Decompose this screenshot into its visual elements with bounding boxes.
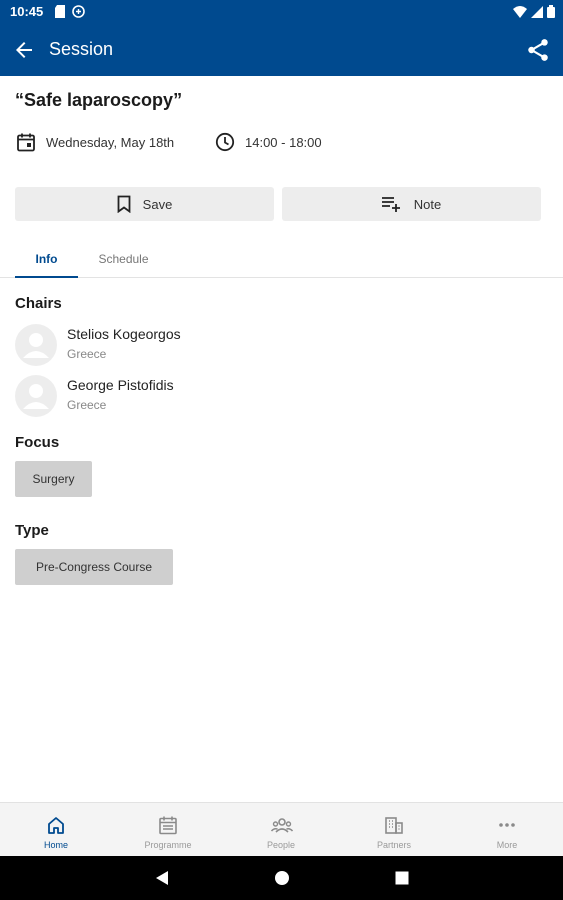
clock-icon: [215, 132, 235, 152]
session-time: 14:00 - 18:00: [215, 131, 322, 153]
nav-partners-label: Partners: [376, 840, 411, 850]
tab-schedule[interactable]: Schedule: [86, 252, 161, 278]
chair-country: Greece: [67, 398, 107, 412]
nav-people-label: People: [266, 840, 296, 850]
system-home-icon[interactable]: [274, 870, 290, 886]
people-icon: [271, 818, 293, 833]
share-icon[interactable]: [525, 37, 551, 63]
system-back-icon[interactable]: [154, 870, 170, 886]
session-time-text: 14:00 - 18:00: [245, 134, 322, 150]
session-date-text: Wednesday, May 18th: [46, 134, 175, 150]
avatar: [15, 375, 57, 417]
nav-programme[interactable]: Programme: [112, 803, 224, 857]
bottom-navigation: Home Programme People Partners More: [0, 802, 563, 856]
bookmark-icon: [117, 195, 131, 213]
save-button-label: Save: [142, 196, 173, 212]
sd-card-icon: [55, 5, 65, 18]
type-heading: Type: [15, 522, 49, 539]
chair-name: Stelios Kogeorgos: [67, 326, 181, 342]
back-arrow-icon[interactable]: [12, 38, 36, 62]
app-bar: Session: [0, 24, 563, 76]
nav-more-label: More: [496, 840, 518, 850]
calendar-icon: [159, 816, 177, 835]
type-tag[interactable]: Pre-Congress Course: [15, 549, 173, 585]
nav-partners[interactable]: Partners: [338, 803, 450, 857]
signal-icon: [531, 5, 543, 18]
system-recents-icon[interactable]: [394, 870, 410, 886]
note-button-label: Note: [413, 196, 442, 212]
playlist-add-icon: [381, 197, 400, 212]
session-date: Wednesday, May 18th: [16, 131, 174, 153]
wifi-icon: [513, 5, 527, 18]
focus-tag[interactable]: Surgery: [15, 461, 92, 497]
status-time: 10:45: [10, 4, 44, 19]
nav-home[interactable]: Home: [0, 803, 112, 857]
avatar: [15, 324, 57, 366]
battery-icon: [547, 5, 555, 18]
calendar-event-icon: [17, 133, 35, 152]
app-bar-title: Session: [49, 39, 114, 59]
nav-more[interactable]: More: [451, 803, 563, 857]
more-icon: [499, 823, 515, 827]
nav-programme-label: Programme: [144, 840, 192, 850]
tab-info[interactable]: Info: [15, 252, 78, 278]
note-button[interactable]: Note: [282, 187, 541, 221]
person-placeholder-icon: [23, 333, 49, 358]
person-placeholder-icon: [23, 384, 49, 409]
sync-icon: [72, 5, 85, 18]
system-navigation-bar: [0, 856, 563, 900]
status-bar: 10:45: [0, 0, 563, 24]
building-icon: [385, 817, 403, 834]
save-button[interactable]: Save: [15, 187, 274, 221]
chair-name: George Pistofidis: [67, 377, 174, 393]
nav-people[interactable]: People: [225, 803, 337, 857]
chair-country: Greece: [67, 347, 107, 361]
tab-bar: Info Schedule: [0, 244, 563, 278]
home-icon: [48, 817, 64, 834]
nav-home-label: Home: [43, 840, 68, 850]
session-title: “Safe laparoscopy”: [15, 90, 183, 110]
chairs-heading: Chairs: [15, 295, 62, 312]
focus-heading: Focus: [15, 434, 60, 451]
